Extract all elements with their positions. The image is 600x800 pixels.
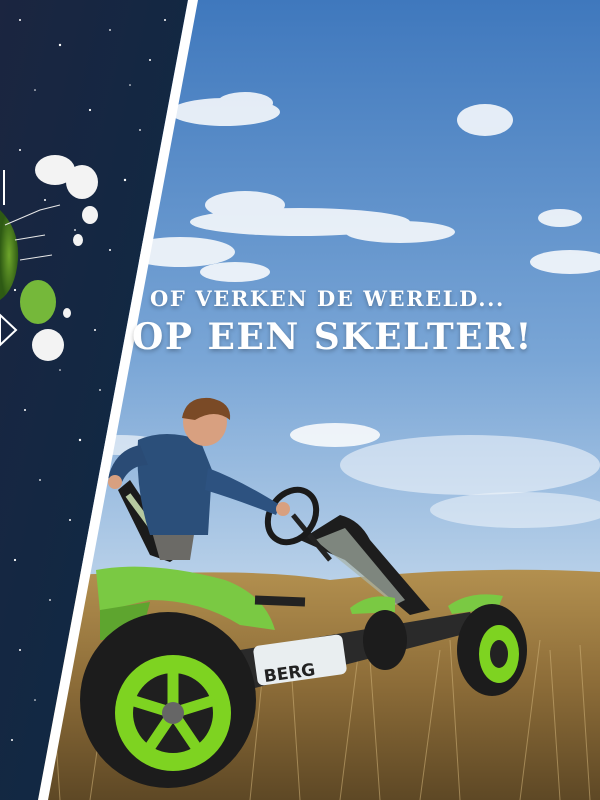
- rear-wheel: [80, 612, 256, 788]
- headline-line-1: OF VERKEN DE WERELD...: [150, 286, 505, 311]
- scene-illustration: BERG: [0, 0, 600, 800]
- hero-banner: BERG OF VERKEN DE WERELD... OP EEN SKELT…: [0, 0, 600, 800]
- headline-line-2: OP EEN SKELTER!: [132, 316, 533, 358]
- front-wheel: [457, 604, 527, 696]
